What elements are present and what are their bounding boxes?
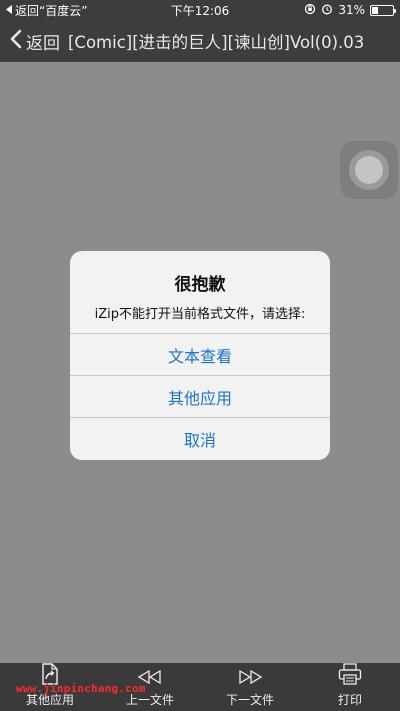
back-to-app[interactable]: 返回“百度云”: [6, 2, 87, 19]
back-label: 返回: [26, 33, 60, 54]
watermark-text: www.jinpinchang.com: [16, 682, 146, 695]
back-button[interactable]: 返回: [10, 29, 60, 54]
alert-dialog: 很抱歉 iZip不能打开当前格式文件，请选择: 文本查看 其他应用 取消: [70, 251, 330, 460]
fast-forward-icon: [237, 669, 263, 688]
chevron-left-icon: [10, 29, 22, 54]
printer-icon: [338, 663, 362, 688]
cancel-button[interactable]: 取消: [70, 417, 330, 460]
alert-header: 很抱歉 iZip不能打开当前格式文件，请选择:: [70, 251, 330, 333]
alert-title: 很抱歉: [174, 275, 226, 295]
print-label: 打印: [337, 693, 362, 707]
alert-message: iZip不能打开当前格式文件，请选择:: [94, 307, 306, 322]
status-bar: 返回“百度云” 下午12:06 31%: [0, 0, 400, 20]
next-file-label: 下一文件: [225, 693, 274, 707]
battery-icon: [370, 4, 396, 16]
orientation-lock-icon: [304, 3, 316, 18]
back-to-app-label: 返回“百度云”: [15, 3, 88, 18]
print-tool[interactable]: 打印: [300, 663, 400, 711]
battery-percent: 31%: [338, 3, 365, 17]
navigation-bar: 返回 [Comic][进击的巨人][谏山创]Vol(0).03: [0, 20, 400, 62]
battery-level: [372, 6, 379, 14]
other-apps-button[interactable]: 其他应用: [70, 375, 330, 417]
page-title: [Comic][进击的巨人][谏山创]Vol(0).03: [68, 33, 365, 52]
text-view-button[interactable]: 文本查看: [70, 333, 330, 375]
alarm-icon: [321, 3, 333, 18]
assistive-touch-button[interactable]: [340, 141, 398, 199]
assistive-touch-icon: [349, 150, 389, 190]
back-triangle-icon: [6, 3, 13, 17]
next-file-tool[interactable]: 下一文件: [200, 663, 300, 711]
